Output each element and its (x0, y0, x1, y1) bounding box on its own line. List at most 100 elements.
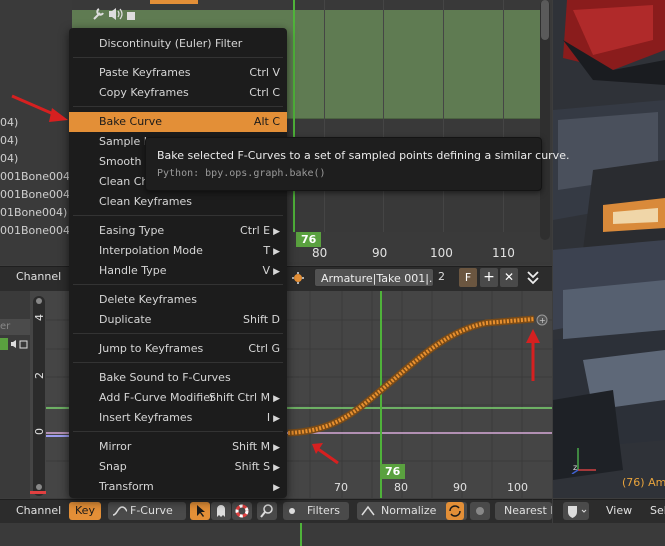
view-menu[interactable]: View (606, 502, 632, 520)
search-button[interactable] (257, 502, 277, 520)
lifebuoy-icon (235, 504, 249, 518)
mode-selector[interactable]: F-Curve (108, 502, 186, 520)
tooltip-description: Bake selected F-Curves to a set of sampl… (157, 149, 570, 162)
grid-line (383, 0, 384, 232)
menu-item-copy-keyframes[interactable]: Copy Keyframes Ctrl C (69, 83, 287, 103)
auto-normalize-toggle[interactable] (446, 502, 464, 520)
y-tick-label: 0 (33, 428, 46, 435)
channel-row[interactable]: 001Bone004) (0, 170, 72, 183)
menu-item-insert-keyframes[interactable]: Insert Keyframes I ▶ (69, 408, 287, 428)
tooltip-python: Python: bpy.ops.graph.bake() (157, 168, 326, 179)
menu-item-transform[interactable]: Transform ▶ (69, 477, 287, 497)
push-down-icon[interactable] (524, 268, 542, 287)
scroll-handle[interactable] (36, 484, 42, 490)
only-errors-toggle[interactable] (232, 502, 252, 520)
normalize-icon (361, 505, 375, 516)
submenu-arrow-icon: ▶ (273, 443, 280, 453)
menu-item-interpolation-mode[interactable]: Interpolation Mode T ▶ (69, 241, 287, 261)
submenu-arrow-icon: ▶ (273, 247, 280, 257)
proportional-edit-toggle[interactable] (470, 502, 490, 520)
menu-item-delete-keyframes[interactable]: Delete Keyframes (69, 290, 287, 310)
filters-button[interactable]: Filters (283, 502, 349, 520)
graph-vertical-scroll[interactable] (33, 296, 45, 496)
menu-item-clean-keyframes[interactable]: Clean Keyframes (69, 192, 287, 212)
filter-icon (289, 508, 295, 514)
tooltip (145, 137, 542, 191)
menu-item-jump-to-keyframes[interactable]: Jump to Keyframes Ctrl G (69, 339, 287, 359)
new-action-button[interactable]: + (480, 268, 498, 287)
select-menu[interactable]: Sel (650, 502, 665, 520)
action-browse-icon[interactable] (290, 270, 310, 286)
menu-item-easing-type[interactable]: Easing Type Ctrl E ▶ (69, 221, 287, 241)
timeline-frame-line (300, 523, 302, 546)
ghost-icon (217, 505, 225, 517)
filters-label: Filters (307, 504, 340, 517)
viewport-info-label: (76) Am (622, 476, 665, 489)
menu-item-duplicate[interactable]: Duplicate Shift D (69, 310, 287, 330)
normalize-label: Normalize (381, 504, 437, 517)
menu-item-snap[interactable]: Snap Shift S ▶ (69, 457, 287, 477)
menu-item-bake-sound[interactable]: Bake Sound to F-Curves (69, 368, 287, 388)
grid-line (443, 0, 444, 232)
y-tick-label: 4 (33, 314, 46, 321)
show-hidden-toggle[interactable] (211, 502, 231, 520)
search-icon (260, 504, 273, 518)
menu-item-handle-type[interactable]: Handle Type V ▶ (69, 261, 287, 281)
cursor-icon (197, 505, 205, 517)
refresh-icon (449, 505, 461, 517)
channel-menu[interactable]: Channel (16, 502, 61, 520)
menu-separator (73, 333, 283, 334)
mode-label: F-Curve (130, 504, 173, 517)
channel-row[interactable]: 04) (0, 134, 72, 147)
current-frame-badge[interactable]: 76 (296, 232, 322, 247)
x-tick-label: 100 (507, 481, 528, 494)
menu-item-discontinuity-filter[interactable]: Discontinuity (Euler) Filter (69, 34, 287, 54)
submenu-arrow-icon: ▶ (273, 414, 280, 424)
snap-mode-dropdown[interactable]: Nearest F (495, 502, 552, 520)
svg-text:+: + (539, 316, 546, 325)
dopesheet-channel-list[interactable]: 04) 04) 04) 001Bone004) 001Bone004) 01Bo… (0, 0, 72, 265)
menu-separator (73, 57, 283, 58)
menu-separator (73, 106, 283, 107)
menu-separator (73, 215, 283, 216)
baked-curve-outline (287, 315, 535, 437)
scroll-handle[interactable] (36, 298, 42, 304)
channel-row[interactable]: 001Bone004) (0, 188, 72, 201)
menu-separator (73, 284, 283, 285)
graph-channel-list[interactable]: er (0, 291, 30, 498)
menu-item-mirror[interactable]: Mirror Shift M ▶ (69, 437, 287, 457)
x-tick-label: 80 (394, 481, 408, 494)
submenu-arrow-icon: ▶ (273, 463, 280, 473)
fake-user-button[interactable]: F (459, 268, 477, 287)
action-name-field[interactable]: Armature|Take 001|.. (314, 268, 434, 287)
key-menu[interactable]: Key (69, 502, 101, 520)
ruler-label: 80 (312, 246, 328, 260)
submenu-arrow-icon: ▶ (273, 394, 280, 404)
editor-type-selector[interactable] (563, 502, 589, 520)
3d-viewport[interactable] (553, 0, 665, 498)
channel-toggle-icons[interactable] (92, 6, 138, 22)
only-selected-toggle[interactable] (190, 502, 210, 520)
wrench-icon (93, 8, 135, 20)
menu-item-bake-curve[interactable]: Bake Curve Alt C (69, 112, 287, 132)
current-frame-line[interactable] (293, 0, 295, 240)
axis-gizmo: z (570, 440, 600, 475)
channel-name-fragment[interactable]: er (0, 319, 30, 335)
ruler-label: 110 (492, 246, 515, 260)
menu-item-add-fcurve-modifier[interactable]: Add F-Curve Modifier Shift Ctrl M ▶ (69, 388, 287, 408)
channel-row[interactable]: 04) (0, 152, 72, 165)
keyframe-row[interactable] (72, 10, 550, 29)
menu-item-paste-keyframes[interactable]: Paste Keyframes Ctrl V (69, 63, 287, 83)
channel-menu[interactable]: Channel (16, 270, 61, 283)
baked-curve (287, 317, 535, 435)
channel-row[interactable]: 01Bone004) (0, 206, 72, 219)
unlink-action-button[interactable]: ✕ (500, 268, 518, 287)
x-tick-label: 70 (334, 481, 348, 494)
channel-visibility-icons[interactable] (0, 337, 30, 351)
menu-separator (73, 362, 283, 363)
channel-row[interactable]: 001Bone004) (0, 224, 72, 237)
current-frame-badge[interactable]: 76 (380, 464, 406, 479)
timeline-strip[interactable] (0, 523, 665, 546)
annotation-arrow-head (526, 329, 540, 343)
scrollbar-thumb[interactable] (541, 0, 549, 40)
